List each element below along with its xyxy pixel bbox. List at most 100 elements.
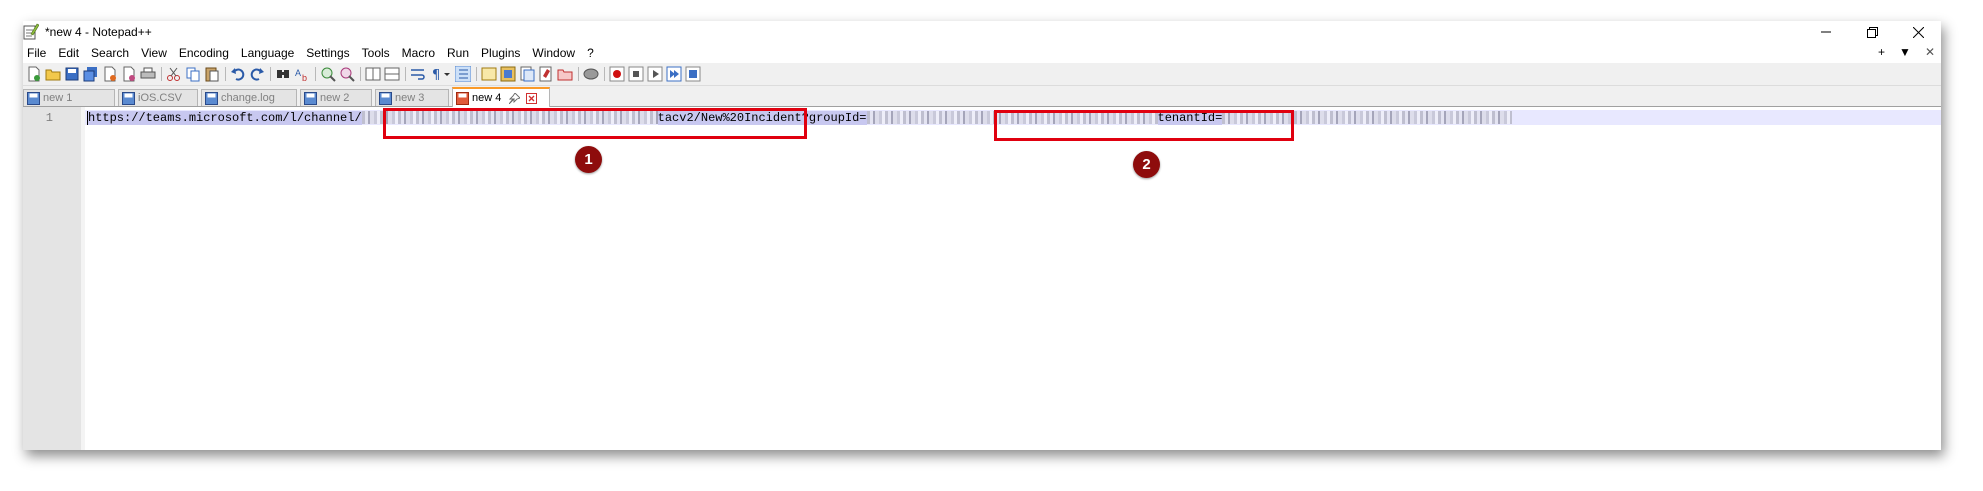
paste-icon[interactable] <box>204 66 220 82</box>
tab-label: new 4 <box>472 92 502 104</box>
menu-language[interactable]: Language <box>241 46 294 60</box>
annotation-badge-2: 2 <box>1133 151 1160 178</box>
menu-file[interactable]: File <box>27 46 46 60</box>
notepad-plus-plus-window: *new 4 - Notepad++ File Edit Search View… <box>23 21 1941 450</box>
tab-label: iOS.CSV <box>138 92 183 104</box>
restore-button[interactable] <box>1849 21 1895 43</box>
menu-search[interactable]: Search <box>91 46 129 60</box>
zoom-out-icon[interactable] <box>339 66 355 82</box>
menu-help[interactable]: ? <box>587 46 594 60</box>
toolbar-separator <box>315 67 316 81</box>
fold-margin <box>81 107 85 450</box>
sync-vertical-icon[interactable] <box>365 66 381 82</box>
tab-new-4[interactable]: new 4 <box>452 87 550 107</box>
monitoring-eye-icon[interactable] <box>583 66 599 82</box>
save-icon[interactable] <box>64 66 80 82</box>
document-tab-bar: new 1 iOS.CSV change.log new 2 new 3 new… <box>23 86 1941 107</box>
toolbar-separator <box>578 67 579 81</box>
close-document-button[interactable]: ✕ <box>1925 45 1935 59</box>
menu-tools[interactable]: Tools <box>362 46 390 60</box>
new-tab-plus-button[interactable]: + <box>1878 45 1885 59</box>
cut-icon[interactable] <box>166 66 182 82</box>
svg-text:¶: ¶ <box>432 68 440 82</box>
open-file-icon[interactable] <box>45 66 61 82</box>
annotation-badge-1: 1 <box>575 146 602 173</box>
save-macro-icon[interactable] <box>685 66 701 82</box>
highlight-box-group-id <box>994 110 1294 141</box>
zoom-in-icon[interactable] <box>320 66 336 82</box>
print-icon[interactable] <box>140 66 156 82</box>
restore-icon <box>1866 26 1878 38</box>
notepad-app-icon <box>23 23 39 40</box>
find-icon[interactable] <box>275 66 291 82</box>
monitoring-icon[interactable] <box>557 66 573 82</box>
toolbar-separator <box>270 67 271 81</box>
play-macro-icon[interactable] <box>647 66 663 82</box>
stop-macro-icon[interactable] <box>628 66 644 82</box>
menu-settings[interactable]: Settings <box>306 46 349 60</box>
menu-macro[interactable]: Macro <box>402 46 435 60</box>
indent-guide-icon[interactable] <box>455 66 471 82</box>
record-macro-icon[interactable] <box>609 66 625 82</box>
line-number: 1 <box>45 111 53 125</box>
tab-label: new 3 <box>395 92 425 104</box>
close-window-button[interactable] <box>1895 21 1941 43</box>
toolbar-separator <box>225 67 226 81</box>
toolbar-separator <box>161 67 162 81</box>
tab-ios-csv[interactable]: iOS.CSV <box>118 89 198 106</box>
folder-workspace-icon[interactable] <box>538 66 554 82</box>
saved-file-icon <box>379 91 392 105</box>
menu-plugins[interactable]: Plugins <box>481 46 520 60</box>
copy-icon[interactable] <box>185 66 201 82</box>
title-bar: *new 4 - Notepad++ <box>23 21 1941 43</box>
redo-icon[interactable] <box>249 66 265 82</box>
show-chars-dropdown-icon[interactable] <box>443 66 451 82</box>
menu-run[interactable]: Run <box>447 46 469 60</box>
close-icon[interactable] <box>102 66 118 82</box>
minimize-icon <box>1821 31 1831 33</box>
replace-icon[interactable]: Ab <box>294 66 310 82</box>
pin-icon[interactable] <box>509 92 521 104</box>
svg-text:A: A <box>295 68 301 78</box>
editor-area[interactable]: 1 https://teams.microsoft.com/l/channel/… <box>23 107 1941 450</box>
saved-file-icon <box>27 91 40 105</box>
tab-label: new 1 <box>43 92 73 104</box>
tab-list-dropdown-button[interactable]: ▼ <box>1899 45 1911 59</box>
tab-change-log[interactable]: change.log <box>201 89 297 106</box>
define-language-icon[interactable] <box>481 66 497 82</box>
close-all-icon[interactable] <box>121 66 137 82</box>
saved-file-icon <box>304 91 317 105</box>
new-file-icon[interactable] <box>26 66 42 82</box>
tab-new-2[interactable]: new 2 <box>300 89 372 106</box>
tab-label: new 2 <box>320 92 350 104</box>
toolbar-separator <box>604 67 605 81</box>
function-list-icon[interactable] <box>519 66 535 82</box>
tab-new-1[interactable]: new 1 <box>23 89 115 106</box>
saved-file-icon <box>122 91 135 105</box>
menu-encoding[interactable]: Encoding <box>179 46 229 60</box>
undo-icon[interactable] <box>230 66 246 82</box>
document-map-icon[interactable] <box>500 66 516 82</box>
unsaved-file-icon <box>456 91 469 105</box>
menu-view[interactable]: View <box>141 46 167 60</box>
save-all-icon[interactable] <box>83 66 99 82</box>
saved-file-icon <box>205 91 218 105</box>
menu-window[interactable]: Window <box>532 46 575 60</box>
tab-label: change.log <box>221 92 275 104</box>
minimize-button[interactable] <box>1803 21 1849 43</box>
close-icon <box>1912 26 1924 38</box>
svg-text:b: b <box>302 73 307 82</box>
menu-edit[interactable]: Edit <box>58 46 79 60</box>
menu-bar: File Edit Search View Encoding Language … <box>23 43 1941 63</box>
word-wrap-icon[interactable] <box>410 66 426 82</box>
sync-horizontal-icon[interactable] <box>384 66 400 82</box>
toolbar: Ab ¶ <box>23 63 1941 86</box>
run-macro-multiple-icon[interactable] <box>666 66 682 82</box>
toolbar-separator <box>360 67 361 81</box>
tab-new-3[interactable]: new 3 <box>375 89 449 106</box>
line-number-gutter <box>23 107 82 450</box>
highlight-box-channel-id <box>383 108 807 139</box>
close-tab-icon[interactable] <box>526 92 538 104</box>
window-title: *new 4 - Notepad++ <box>45 25 152 39</box>
toolbar-separator <box>405 67 406 81</box>
